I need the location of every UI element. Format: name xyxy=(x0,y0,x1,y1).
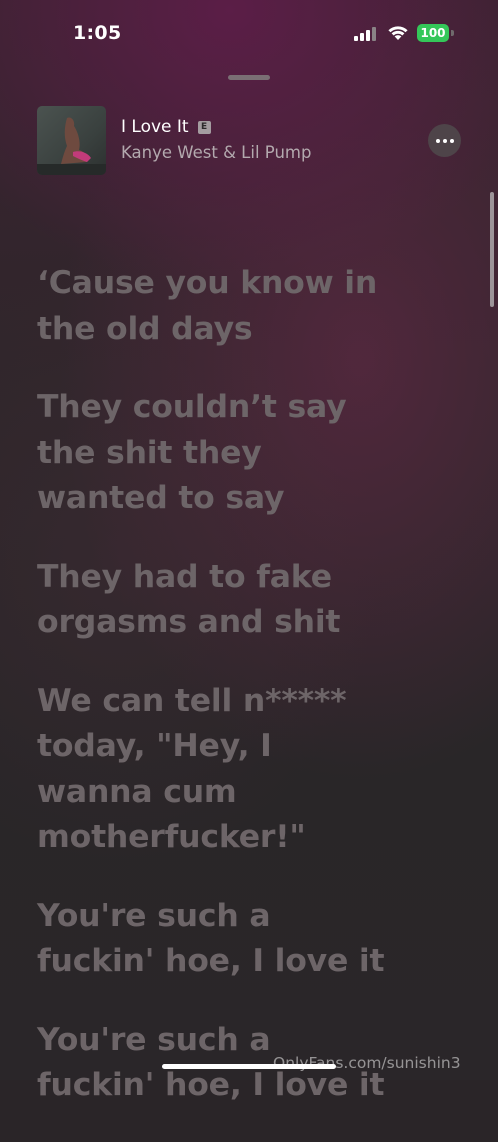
watermark: OnlyFans.com/sunishin3 xyxy=(273,1054,461,1072)
battery-icon: 100 xyxy=(417,24,449,42)
sheet-grabber[interactable] xyxy=(228,75,270,80)
wifi-icon xyxy=(388,26,408,40)
album-art[interactable] xyxy=(37,106,106,175)
cellular-signal-icon xyxy=(354,25,376,41)
battery-nub xyxy=(451,30,454,36)
lyric-line[interactable]: ‘Cause you know in the old days xyxy=(37,261,397,352)
track-title-text: I Love It xyxy=(121,117,189,137)
lyric-line[interactable]: They couldn’t say the shit they wanted t… xyxy=(37,385,367,522)
explicit-badge: E xyxy=(197,120,211,134)
more-options-button[interactable] xyxy=(428,124,461,157)
battery-level: 100 xyxy=(420,26,446,40)
track-artist[interactable]: Kanye West & Lil Pump xyxy=(121,143,311,162)
more-dot-icon xyxy=(442,138,447,143)
album-art-image xyxy=(37,106,106,175)
lyric-line[interactable]: We can tell n***** today, "Hey, I wanna … xyxy=(37,679,367,861)
lyrics-scrollbar[interactable] xyxy=(490,192,494,307)
more-dot-icon xyxy=(435,138,440,143)
status-bar: 1:05 100 xyxy=(0,0,498,70)
lyrics-list[interactable]: ‘Cause you know in the old days They cou… xyxy=(37,261,477,1142)
lyric-line[interactable]: They had to fake orgasms and shit xyxy=(37,555,357,646)
status-time: 1:05 xyxy=(73,22,122,44)
track-title[interactable]: I Love It E xyxy=(121,117,211,137)
lyric-line[interactable]: You're such a fuckin' hoe, I love it xyxy=(37,894,387,985)
more-dot-icon xyxy=(449,138,454,143)
